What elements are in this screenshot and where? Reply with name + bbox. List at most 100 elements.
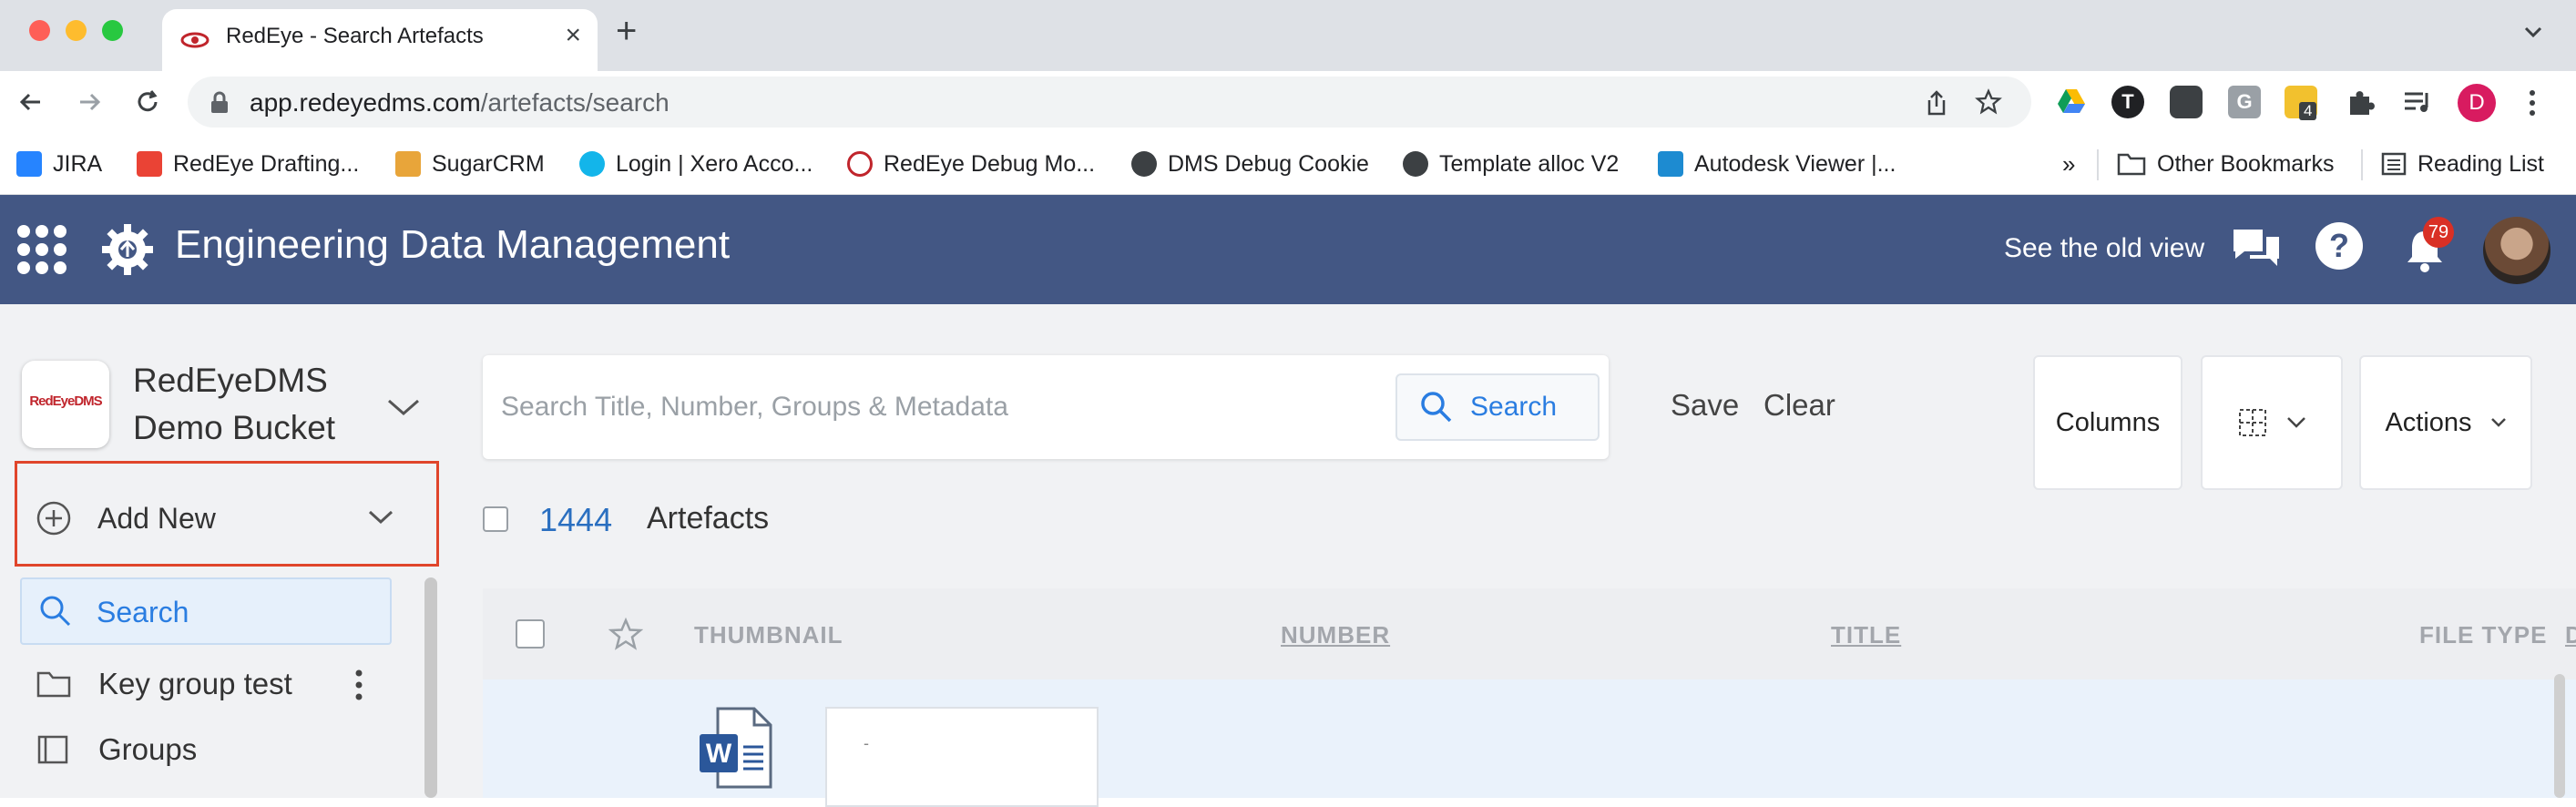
add-new-label: Add New [97,502,216,535]
t-extension-icon[interactable]: T [2111,86,2144,118]
sidebar-scrollbar[interactable] [424,577,437,798]
address-bar[interactable]: app.redeyedms.com/artefacts/search [188,77,2031,128]
favourite-star-icon[interactable] [608,618,643,652]
bookmark-sugarcrm[interactable]: SugarCRM [395,146,545,182]
bucket-logo: RedEyeDMS [22,361,109,448]
word-file-icon: W [700,707,772,789]
user-avatar[interactable] [2483,217,2550,284]
new-tab-button[interactable]: + [616,13,637,49]
bookmark-gmail[interactable]: RedEye Drafting... [137,146,359,182]
browser-tab-active[interactable]: RedEye - Search Artefacts × [162,9,598,71]
tab-close-icon[interactable]: × [565,20,581,51]
sidebar-item-groups[interactable]: Groups [36,727,197,772]
column-header-number[interactable]: NUMBER [1281,621,1390,649]
lock-icon[interactable] [210,91,230,115]
results-count-row: 1444 Artefacts [445,486,2576,565]
bookmark-divider [2097,149,2099,180]
bookmark-label: JIRA [53,150,103,177]
autodesk-icon [1658,151,1683,177]
reading-list-icon [2381,152,2407,176]
bookmark-divider [2361,149,2363,180]
chevron-down-icon [2490,418,2506,427]
search-icon [1421,392,1452,423]
search-input[interactable] [501,375,1394,439]
reading-queue-icon[interactable] [2401,86,2434,118]
bookmarks-overflow-button[interactable]: » [2062,146,2075,182]
bookmark-label: RedEye Debug Mo... [884,150,1096,177]
chat-icon[interactable] [2230,224,2283,273]
more-options-icon[interactable] [353,669,364,701]
minimize-window-button[interactable] [66,20,87,41]
reload-icon[interactable] [129,84,166,120]
bookmark-template-alloc[interactable]: Template alloc V2 [1403,146,1619,182]
add-new-chevron-down-icon [368,510,394,525]
svg-text:W: W [706,739,732,769]
browser-menu-icon[interactable] [2527,87,2538,118]
google-drive-extension-icon[interactable] [2055,86,2088,118]
bookmark-label: SugarCRM [432,150,545,177]
search-button[interactable]: Search [1395,373,1600,441]
bookmark-xero[interactable]: Login | Xero Acco... [579,146,813,182]
sidebar-search-label: Search [97,596,189,628]
column-header-next[interactable]: D [2565,621,2576,649]
clear-search-button[interactable]: Clear [1763,388,1835,423]
tab-search-chevron-icon[interactable] [2521,20,2545,44]
notification-count-badge: 79 [2423,217,2454,248]
select-all-checkbox[interactable] [483,506,508,532]
extension-icon[interactable] [2170,86,2203,118]
view-mode-button[interactable] [2201,355,2343,490]
url-text: app.redeyedms.com/artefacts/search [250,88,670,117]
gear-logo-icon [102,224,153,275]
chevron-down-icon [2287,417,2305,428]
column-header-title[interactable]: TITLE [1831,621,1901,649]
table-row[interactable]: W - [483,679,2576,807]
bookmark-star-icon[interactable] [1975,88,2002,116]
bucket-logo-text: RedEyeDMS [29,393,102,409]
bucket-name[interactable]: RedEyeDMS Demo Bucket [133,357,370,452]
app-launcher-grid-icon[interactable] [16,224,67,275]
reading-list-button[interactable]: Reading List [2381,146,2544,182]
chat-extension-icon[interactable]: 4 [2285,86,2317,120]
browser-tab-strip: RedEye - Search Artefacts × + [0,0,2576,71]
sidebar-item-key-group-test[interactable]: Key group test [36,661,292,707]
actions-button[interactable]: Actions [2359,355,2532,490]
forward-icon[interactable] [71,84,107,120]
results-label: Artefacts [647,501,770,536]
profile-avatar[interactable]: D [2458,84,2496,122]
header-checkbox[interactable] [516,619,545,649]
bookmark-label: DMS Debug Cookie [1168,150,1369,177]
columns-button[interactable]: Columns [2033,355,2182,490]
bookmark-label: Autodesk Viewer |... [1694,150,1896,177]
column-header-thumbnail: THUMBNAIL [694,621,843,649]
bookmark-label: RedEye Drafting... [173,150,360,177]
maximize-window-button[interactable] [102,20,123,41]
bookmark-dms-debug-cookie[interactable]: DMS Debug Cookie [1131,146,1369,182]
url-domain: app.redeyedms.com [250,88,481,117]
tab-title: RedEye - Search Artefacts [226,24,484,48]
globe-icon [1403,151,1428,177]
back-icon[interactable] [13,84,49,120]
see-old-view-link[interactable]: See the old view [2004,233,2204,264]
save-search-button[interactable]: Save [1671,388,1739,423]
bookmark-redeye-debug[interactable]: RedEye Debug Mo... [847,146,1095,182]
bucket-chevron-down-icon[interactable] [386,397,421,417]
other-bookmarks-button[interactable]: Other Bookmarks [2117,146,2335,182]
puzzle-extensions-icon[interactable] [2345,86,2377,118]
sidebar-search-button[interactable]: Search [20,577,392,645]
close-window-button[interactable] [29,20,50,41]
other-bookmarks-label: Other Bookmarks [2157,150,2335,177]
bookmark-jira[interactable]: JIRA [16,146,102,182]
bookmark-autodesk[interactable]: Autodesk Viewer |... [1658,146,1896,182]
browser-toolbar: app.redeyedms.com/artefacts/search T G 4… [0,71,2576,133]
app-header: Engineering Data Management See the old … [0,195,2576,304]
table-scrollbar[interactable] [2554,674,2565,798]
folder-icon [2117,153,2146,176]
share-icon[interactable] [1924,89,1949,117]
grammar-extension-icon[interactable]: G [2228,86,2261,118]
xero-icon [579,151,605,177]
column-header-file-type: FILE TYPE [2419,621,2548,649]
help-icon[interactable]: ? [2315,222,2363,270]
add-new-button[interactable]: Add New [15,461,439,567]
sugarcrm-icon [395,151,421,177]
artefact-thumbnail[interactable]: - [825,707,1099,807]
